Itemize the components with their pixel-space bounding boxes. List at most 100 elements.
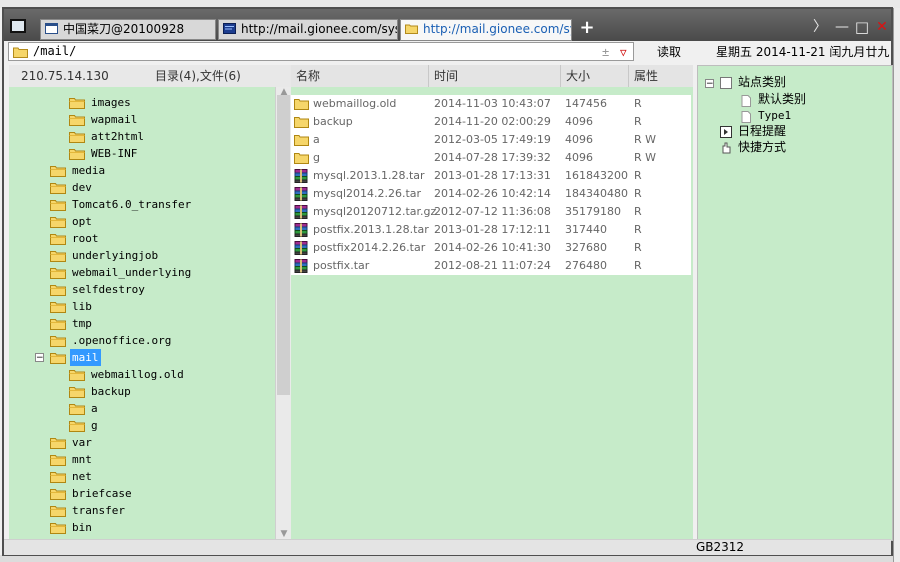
close-icon[interactable]: ✕ [874,19,890,35]
file-row[interactable]: mysql20120712.tar.gz 2012-07-12 11:36:08 3… [291,203,691,221]
file-row[interactable]: g 2014-07-28 17:39:32 4096 R W [291,149,691,167]
folder-icon [50,488,66,500]
tree-item-site-category[interactable]: 站点类别 [738,74,786,91]
file-size: 276480 [565,259,607,272]
tab-label: http://mail.gionee.com/syste... [423,22,571,36]
tree-item-label: webmail_underlying [72,266,192,279]
scrollbar-thumb[interactable] [277,95,290,395]
file-name: postfix.2013.1.28.tar [313,223,429,236]
directory-tree[interactable]: images wapmail att2html WEB-INF media dev Tomc… [9,87,275,541]
file-list[interactable]: webmaillog.old 2014-11-03 10:43:07 147456 R… [291,87,693,541]
tree-item-label: bin [72,521,92,534]
plus-minus-icon[interactable]: ± [602,44,609,61]
chevron-right-icon[interactable]: 〉 [812,19,828,35]
file-name: mysql2014.2.26.tar [313,187,422,200]
tree-item-label: selfdestroy [72,283,145,296]
folder-icon [50,199,66,211]
archive-icon [294,223,309,237]
folder-icon [50,182,66,194]
tab-mail-2-active[interactable]: http://mail.gionee.com/syste... [400,19,572,41]
address-row: /mail/ ± ▽ 读取 星期五 2014-11-21 闰九月廿九 [4,41,891,63]
folder-icon [69,131,85,143]
folder-icon [50,352,66,364]
file-time: 2014-11-20 02:00:29 [434,115,551,128]
folder-icon [50,471,66,483]
scroll-down-icon[interactable]: ▼ [278,529,290,539]
file-row[interactable]: postfix2014.2.26.tar 2014-02-26 10:41:30 3… [291,239,691,257]
file-name: mysql20120712.tar.gz [313,205,437,218]
chevron-down-icon[interactable]: ▽ [620,44,627,61]
file-size: 4096 [565,115,593,128]
file-name: backup [313,115,353,128]
maximize-icon[interactable]: □ [854,19,870,35]
system-menu-button[interactable] [10,19,26,33]
column-name[interactable]: 名称 [291,65,429,87]
file-row[interactable]: backup 2014-11-20 02:00:29 4096 R [291,113,691,131]
file-name: webmaillog.old [313,97,397,110]
file-time: 2012-07-12 11:36:08 [434,205,551,218]
file-row[interactable]: webmaillog.old 2014-11-03 10:43:07 147456 R [291,95,691,113]
file-time: 2012-08-21 11:07:24 [434,259,551,272]
archive-icon [294,187,309,201]
tree-item-default-category[interactable]: 默认类别 [758,91,806,108]
tree-item-label: var [72,436,92,449]
file-row[interactable]: mysql.2013.1.28.tar 2013-01-28 17:13:31 16… [291,167,691,185]
read-button[interactable]: 读取 [644,43,694,61]
archive-icon [294,169,309,183]
window-icon [45,23,58,34]
document-icon [741,111,751,123]
file-name: postfix2014.2.26.tar [313,241,426,254]
column-size[interactable]: 大小 [561,65,629,87]
tree-item-label: dev [72,181,92,194]
tab-caidao[interactable]: 中国菜刀@20100928 [40,19,216,40]
file-row[interactable]: mysql2014.2.26.tar 2014-02-26 10:42:14 184… [291,185,691,203]
folder-icon [50,250,66,262]
file-name: mysql.2013.1.28.tar [313,169,425,182]
file-row[interactable]: a 2012-03-05 17:49:19 4096 R W [291,131,691,149]
folder-icon [50,335,66,347]
new-tab-plus-icon[interactable]: + [578,19,596,38]
tree-scrollbar[interactable]: ▲ ▼ [275,87,291,541]
collapse-icon[interactable]: − [705,79,714,89]
encoding-label[interactable]: GB2312 [696,540,744,555]
file-row[interactable]: postfix.tar 2012-08-21 11:07:24 276480 R [291,257,691,275]
folder-icon [69,386,85,398]
tree-item-label: mail [70,349,101,366]
tree-item-shortcuts[interactable]: 快捷方式 [738,139,786,156]
category-box-icon [720,77,732,89]
file-time: 2013-01-28 17:12:11 [434,223,551,236]
folder-icon [50,437,66,449]
file-name: postfix.tar [313,259,370,272]
path-text: /mail/ [33,44,77,58]
minimize-icon[interactable]: — [834,19,850,35]
tree-item-schedule-reminder[interactable]: 日程提醒 [738,123,786,140]
app-window: 中国菜刀@20100928 http://mail.gionee.com/sys… [2,7,893,556]
file-rows: webmaillog.old 2014-11-03 10:43:07 147456 R… [291,95,691,275]
site-category-pane: − 站点类别 默认类别 Type1 日程提醒 快捷方式 [697,65,893,541]
column-time[interactable]: 时间 [429,65,561,87]
tree-item-label: webmaillog.old [91,368,184,381]
file-time: 2014-07-28 17:39:32 [434,151,551,164]
folder-icon [69,148,85,160]
file-size: 317440 [565,223,607,236]
file-list-header: 名称 时间 大小 属性 [291,65,693,87]
tab-mail-1[interactable]: http://mail.gionee.com/syste... [218,19,398,40]
tree-item-label: root [72,232,99,245]
file-row[interactable]: postfix.2013.1.28.tar 2013-01-28 17:12:11… [291,221,691,239]
tree-item-type1[interactable]: Type1 [758,107,791,124]
server-ip: 210.75.14.130 [21,69,109,83]
column-attr[interactable]: 属性 [629,65,693,87]
file-name: a [313,133,320,146]
archive-icon [294,241,309,255]
tree-item-label: wapmail [91,113,138,126]
folder-icon [50,301,66,313]
tree-item-label: backup [91,385,131,398]
path-input[interactable]: /mail/ ± ▽ [8,42,634,61]
folder-icon [50,454,66,466]
file-size: 184340480 [565,187,628,200]
collapse-icon[interactable]: − [35,353,44,363]
tree-item-label: lib [72,300,92,313]
folder-icon [294,133,309,147]
file-size: 161843200 [565,169,628,182]
window-controls: 〉 — □ ✕ [812,19,892,37]
